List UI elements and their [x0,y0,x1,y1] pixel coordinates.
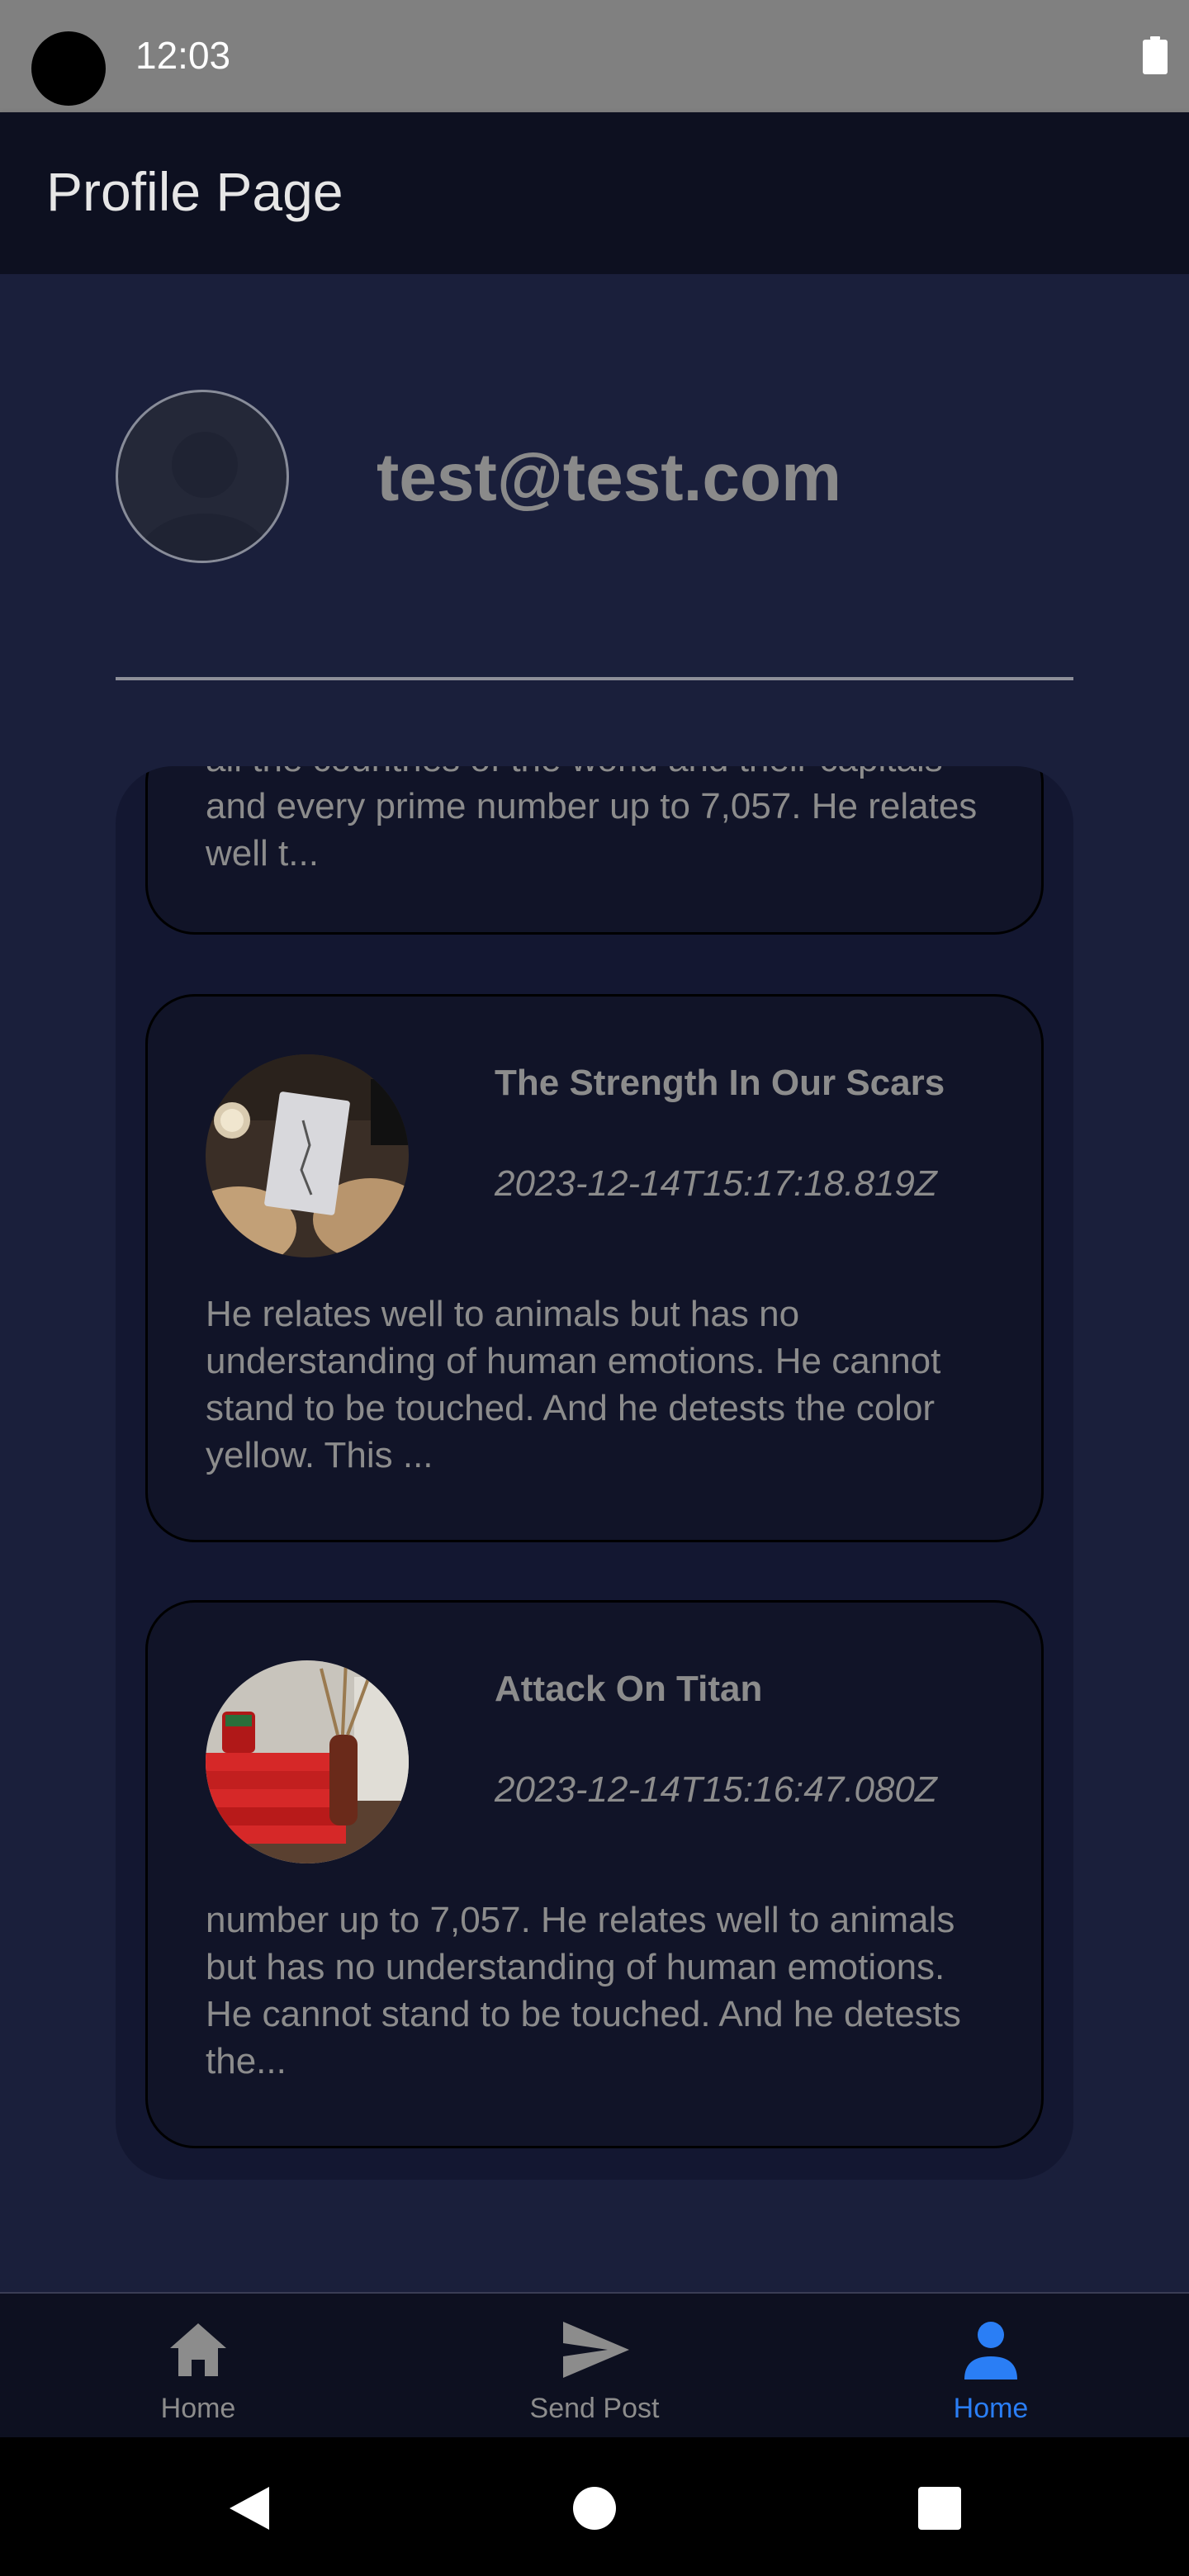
nav-label: Home [160,2393,236,2424]
posts-list[interactable]: all the countries of the world and their… [116,766,1073,2180]
profile-email: test@test.com [377,440,841,515]
manga-stack-photo-image [206,1660,409,1863]
home-icon [170,2323,226,2376]
person-silhouette-icon [137,432,272,561]
post-body: all the countries of the world and their… [206,766,978,874]
send-icon [563,2322,629,2378]
post-body: number up to 7,057. He relates well to a… [206,1900,961,2081]
nav-item-home[interactable]: Home [74,2294,322,2439]
app-bar: Profile Page [0,112,1189,274]
post-card[interactable]: Attack On Titan 2023-12-14T15:16:47.080Z… [145,1600,1044,2148]
system-navigation-bar [0,2437,1189,2576]
nav-label: Send Post [529,2393,660,2424]
book-photo-image [206,1054,409,1257]
post-title: Attack On Titan [495,1669,763,1709]
status-time: 12:03 [135,34,231,77]
nav-label: Home [953,2393,1029,2424]
nav-item-send-post[interactable]: Send Post [471,2294,718,2439]
page-title: Profile Page [46,161,343,222]
recents-icon[interactable] [915,2484,964,2533]
post-card[interactable]: all the countries of the world and their… [145,766,1044,935]
profile-content[interactable]: test@test.com all the countries of the w… [0,274,1189,2292]
profile-divider [116,677,1073,680]
post-card[interactable]: The Strength In Our Scars 2023-12-14T15:… [145,994,1044,1542]
back-icon[interactable] [225,2484,274,2533]
battery-icon [1143,36,1168,74]
post-body: He relates well to animals but has no un… [206,1294,941,1475]
home-circle-icon[interactable] [570,2484,619,2533]
status-bar: 12:03 [0,0,1189,112]
avatar [116,390,289,563]
camera-cutout [31,31,106,106]
post-date: 2023-12-14T15:16:47.080Z [495,1769,937,1810]
post-thumbnail [206,1054,409,1257]
nav-item-profile[interactable]: Home [867,2294,1115,2439]
post-date: 2023-12-14T15:17:18.819Z [495,1163,937,1204]
post-title: The Strength In Our Scars [495,1063,945,1103]
person-icon [964,2322,1017,2379]
post-thumbnail [206,1660,409,1863]
bottom-navigation: Home Send Post Home [0,2292,1189,2437]
